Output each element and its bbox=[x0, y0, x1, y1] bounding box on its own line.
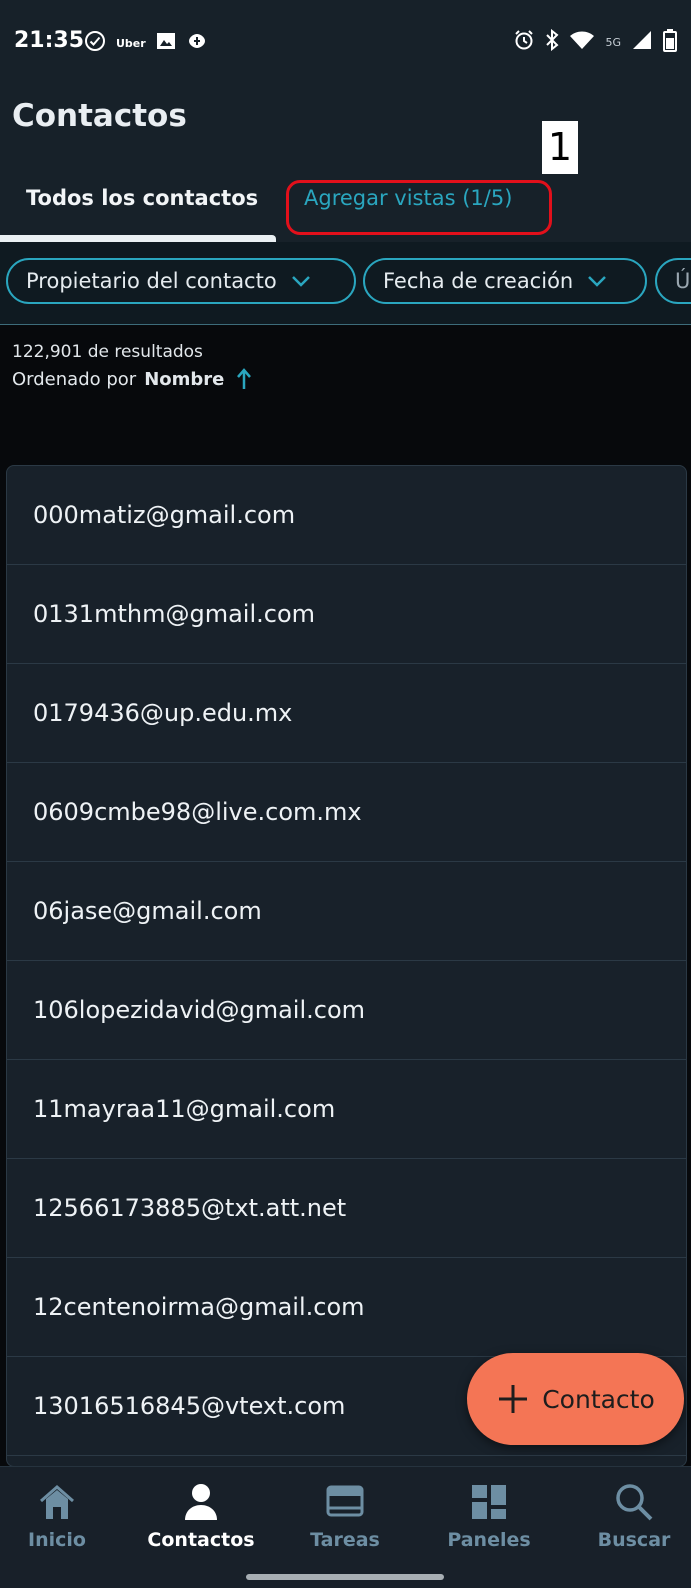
contact-row[interactable]: 06jase@gmail.com bbox=[7, 862, 686, 961]
nav-item-buscar[interactable]: Buscar bbox=[565, 1467, 691, 1551]
battery-icon bbox=[663, 28, 677, 56]
filter-chip-label: Ú bbox=[675, 269, 691, 293]
nav-label: Inicio bbox=[28, 1529, 86, 1551]
nav-item-contactos[interactable]: Contactos bbox=[132, 1467, 270, 1551]
nav-label: Contactos bbox=[147, 1529, 255, 1551]
bottom-nav: Inicio Contactos Tareas Paneles Buscar bbox=[0, 1466, 691, 1588]
status-bar: 21:35 Uber 5G bbox=[0, 20, 691, 64]
sort-control[interactable]: Ordenado por Nombre bbox=[12, 368, 252, 390]
filter-chip-label: Propietario del contacto bbox=[26, 269, 277, 293]
app-icon bbox=[186, 32, 208, 54]
filter-chip-owner[interactable]: Propietario del contacto bbox=[6, 258, 356, 304]
nav-label: Buscar bbox=[597, 1529, 671, 1551]
results-count: 122,901 de resultados bbox=[12, 342, 203, 362]
contact-row[interactable]: 12566173885@txt.att.net bbox=[7, 1159, 686, 1258]
network-type: 5G bbox=[605, 35, 621, 49]
sort-value: Nombre bbox=[144, 368, 225, 390]
home-indicator[interactable] bbox=[246, 1574, 444, 1580]
status-time: 21:35 bbox=[14, 28, 85, 53]
active-tab-indicator bbox=[0, 235, 276, 242]
page-title: Contactos bbox=[12, 98, 187, 134]
arrow-up-icon bbox=[237, 368, 252, 389]
nav-item-inicio[interactable]: Inicio bbox=[0, 1467, 126, 1551]
nav-item-paneles[interactable]: Paneles bbox=[420, 1467, 558, 1551]
filter-chip-created-date[interactable]: Fecha de creación bbox=[363, 258, 647, 304]
chevron-down-icon bbox=[291, 276, 310, 287]
tasks-icon bbox=[276, 1481, 414, 1523]
contact-row[interactable]: 0179436@up.edu.mx bbox=[7, 664, 686, 763]
nav-label: Paneles bbox=[447, 1529, 531, 1551]
add-contact-label: Contacto bbox=[542, 1384, 655, 1414]
contact-row[interactable]: 000matiz@gmail.com bbox=[7, 466, 686, 565]
contact-row[interactable]: 11mayraa11@gmail.com bbox=[7, 1060, 686, 1159]
bluetooth-icon bbox=[545, 28, 559, 55]
home-icon bbox=[0, 1481, 126, 1523]
chevron-down-icon bbox=[588, 276, 607, 287]
sort-prefix: Ordenado por bbox=[12, 368, 137, 390]
wifi-icon bbox=[569, 30, 595, 54]
image-icon bbox=[156, 32, 176, 54]
search-icon bbox=[565, 1481, 691, 1523]
contact-row[interactable]: 0131mthm@gmail.com bbox=[7, 565, 686, 664]
filter-chip-partial[interactable]: Ú bbox=[655, 258, 691, 304]
nav-item-tareas[interactable]: Tareas bbox=[276, 1467, 414, 1551]
contact-row[interactable]: 0609cmbe98@live.com.mx bbox=[7, 763, 686, 862]
status-right-icons: 5G bbox=[513, 28, 677, 56]
annotation-highlight bbox=[286, 180, 552, 235]
uber-icon: Uber bbox=[116, 36, 146, 50]
contact-row[interactable]: 12centenoirma@gmail.com bbox=[7, 1258, 686, 1357]
add-contact-button[interactable]: Contacto bbox=[467, 1353, 684, 1445]
status-left-icons: Uber bbox=[84, 30, 208, 56]
tab-all-contacts[interactable]: Todos los contactos bbox=[26, 186, 258, 210]
app-header: 21:35 Uber 5G Contactos Todos los contac… bbox=[0, 0, 691, 242]
plus-icon bbox=[499, 1385, 528, 1413]
contact-row[interactable]: 106lopezidavid@gmail.com bbox=[7, 961, 686, 1060]
check-circle-icon bbox=[84, 30, 106, 56]
signal-icon bbox=[631, 29, 653, 55]
nav-label: Tareas bbox=[310, 1529, 380, 1551]
annotation-label: 1 bbox=[542, 121, 578, 174]
dashboard-icon bbox=[420, 1481, 558, 1523]
contact-list: 000matiz@gmail.com 0131mthm@gmail.com 01… bbox=[6, 465, 687, 1467]
person-icon bbox=[132, 1481, 270, 1523]
alarm-icon bbox=[513, 29, 535, 55]
filter-bar: Propietario del contacto Fecha de creaci… bbox=[0, 242, 691, 325]
filter-chip-label: Fecha de creación bbox=[383, 269, 574, 293]
